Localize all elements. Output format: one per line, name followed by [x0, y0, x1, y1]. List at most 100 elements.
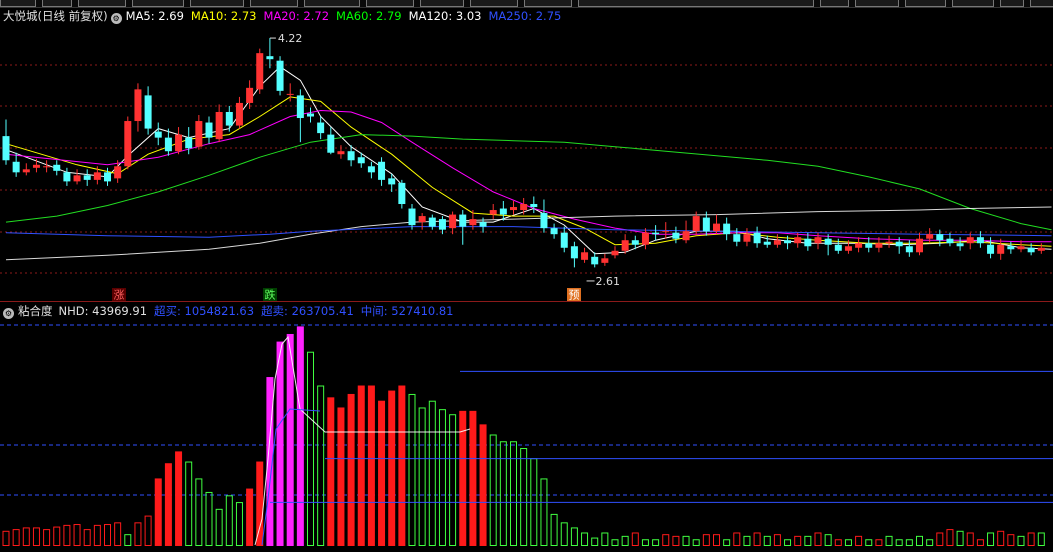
candle	[276, 56, 284, 96]
indicator-bar	[855, 535, 863, 546]
low-price-label: 2.61	[596, 275, 621, 288]
indicator-bar	[73, 524, 81, 546]
candle-body	[398, 182, 406, 205]
candle	[652, 225, 660, 241]
candle-body	[114, 166, 122, 179]
candle-body	[73, 175, 81, 182]
candle	[225, 105, 233, 132]
indicator-bar	[499, 441, 507, 546]
candle-body	[1007, 246, 1015, 250]
indicator-bar	[337, 407, 345, 546]
candle	[682, 220, 690, 244]
candle	[296, 89, 304, 143]
nhd-value: NHD: 43969.91	[58, 304, 148, 318]
candle	[824, 234, 832, 256]
candle-body	[408, 208, 416, 226]
candle-body	[327, 134, 335, 153]
indicator-bar	[997, 530, 1005, 547]
candle	[378, 157, 386, 186]
candle-body	[814, 237, 822, 244]
candle-body	[875, 243, 883, 248]
indicator-bar	[246, 488, 254, 546]
indicator-bar	[144, 515, 152, 547]
indicator-bar	[53, 526, 61, 547]
candle-body	[885, 241, 893, 244]
indicator-bar	[987, 532, 995, 546]
indicator-bar	[489, 434, 497, 546]
indicator-bar	[479, 424, 487, 546]
indicator-bar	[672, 535, 680, 546]
candle	[865, 237, 873, 253]
candle	[641, 228, 649, 250]
candle-body	[844, 246, 852, 251]
candle-body	[631, 240, 639, 245]
candle	[459, 210, 467, 245]
candle	[195, 115, 203, 150]
candle-body	[936, 234, 944, 241]
indicator-bar	[378, 400, 386, 546]
candle	[367, 161, 375, 179]
candle	[540, 199, 548, 233]
candle	[205, 116, 213, 144]
candle-body	[794, 237, 802, 244]
candle	[256, 48, 264, 94]
indicator-bar	[256, 461, 264, 546]
indicator-bar	[844, 539, 852, 547]
indicator-bar	[550, 513, 558, 547]
indicator-bar	[154, 478, 162, 546]
indicator-bar	[824, 534, 832, 546]
bonding-indicator-chart[interactable]	[0, 319, 1053, 552]
indicator-bar	[895, 539, 903, 547]
candle-body	[641, 232, 649, 245]
candle	[317, 116, 325, 140]
indicator-bar	[692, 539, 700, 547]
indicator-bar	[510, 441, 517, 546]
candle-body	[905, 246, 913, 253]
marker-text: 跌	[265, 288, 276, 302]
candle-body	[743, 234, 751, 242]
candle-body	[540, 213, 548, 229]
candle-body	[570, 246, 578, 259]
candle-body	[63, 172, 71, 182]
indicator-bar	[570, 527, 578, 547]
candle	[550, 223, 558, 239]
candle-body	[966, 237, 974, 244]
fall-marker: 跌	[263, 288, 277, 302]
candle	[753, 226, 761, 248]
candlestick-chart[interactable]: 4.22 2.61 涨 跌 预	[0, 0, 1053, 301]
candle	[591, 252, 599, 268]
indicator-bar	[438, 409, 446, 546]
indicator-bar	[347, 393, 355, 546]
candle-body	[956, 243, 964, 247]
candle-body	[997, 244, 1005, 254]
indicator-bar	[134, 522, 142, 546]
indicator-bar	[1017, 535, 1025, 546]
candle	[449, 211, 457, 235]
candle-body	[124, 121, 132, 167]
indicator-bar	[865, 539, 873, 547]
candle-body	[855, 243, 863, 248]
candle	[408, 204, 416, 230]
candle	[601, 253, 609, 266]
indicator-bar	[611, 539, 619, 547]
candle	[418, 213, 426, 230]
candle-body	[104, 172, 111, 182]
candle-body	[134, 89, 142, 122]
indicator-bar	[357, 385, 365, 546]
indicator-bar	[560, 522, 568, 546]
candle-body	[550, 228, 558, 235]
indicator-bar	[398, 385, 406, 546]
indicator-bar	[682, 535, 690, 546]
indicator-bar	[367, 385, 375, 546]
candle-body	[378, 161, 386, 180]
candle-body	[662, 231, 670, 233]
indicator-bar	[235, 502, 243, 547]
candle-body	[286, 93, 294, 95]
candle-body	[449, 214, 457, 229]
indicator-bar	[702, 534, 710, 546]
candle	[926, 228, 934, 244]
indicator-bar	[723, 539, 731, 547]
indicator-bar	[205, 491, 213, 546]
indicator-bar	[753, 532, 761, 546]
indicator-gear-icon[interactable]: ⚙	[3, 308, 14, 319]
